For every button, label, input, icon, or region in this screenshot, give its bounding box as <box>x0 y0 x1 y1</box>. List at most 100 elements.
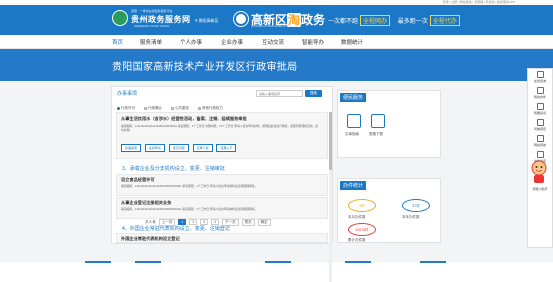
progress-icon <box>536 151 544 158</box>
month-count-label: 本月办件数 <box>348 215 366 219</box>
item-title[interactable]: 从事企业登记注册相关业务 <box>121 200 171 206</box>
bottom-card <box>85 261 111 263</box>
download-icon[interactable] <box>371 114 385 128</box>
filter-other-label: 其他行政权力 <box>201 106 223 110</box>
guide-icon[interactable] <box>347 114 361 128</box>
radio-icon <box>197 106 201 110</box>
bottom-card <box>265 261 291 263</box>
filter-license-label: 行政许可 <box>121 106 135 110</box>
pager-total: 共 8 条 <box>145 220 156 224</box>
filter-license[interactable]: 行政许可 <box>117 106 135 110</box>
matters-panel-title: 办事事项 <box>117 91 138 97</box>
convenience-panel: 便民服务 办事指南 表格下载 <box>337 90 441 158</box>
page-1[interactable]: 1 <box>178 219 187 225</box>
header-banner: 贵阳 · 一体化在线政务服务平台 贵州政务服务网 ZHENGWU FUWU WA… <box>0 5 553 35</box>
sidebar-label: 问卷调查 <box>533 127 546 131</box>
hero-banner: 贵阳国家高新技术产业开发区行政审批局 <box>0 49 553 81</box>
main-nav: 首页 服务清单 个人办事 企业办事 互动交流 智能导办 数据统计 <box>0 35 553 49</box>
type-filters: 行政许可 行政确认 公共服务 其他行政权力 <box>117 106 231 111</box>
page-title: 贵阳国家高新技术产业开发区行政审批局 <box>112 62 298 73</box>
page-4[interactable]: 4 <box>211 219 220 225</box>
nav-home[interactable]: 首页 <box>112 38 123 46</box>
convenience-panel-title: 便民服务 <box>340 93 367 102</box>
goto-button[interactable]: 确定 <box>257 219 271 226</box>
logo-top-text: 贵阳 · 一体化在线政务服务平台 <box>131 9 173 13</box>
zone-logo-sub: GUIYANG HI-TECH ZONE GOVERNMENT <box>251 25 302 28</box>
guide-button[interactable]: 办事指南 <box>121 144 142 152</box>
list-item: 从事企业登记注册相关业务 事项编码：1111111111111111445219… <box>116 197 328 219</box>
item-title[interactable]: 从事生活饮用水（含涉水）经营性活动，备案、注销、延续服务审批 <box>121 116 247 122</box>
sidebar-item-survey[interactable]: 问卷调查 <box>528 119 552 131</box>
site-logo[interactable]: 贵阳 · 一体化在线政务服务平台 贵州政务服务网 ZHENGWU FUWU WA… <box>112 7 194 31</box>
slogan-a-box: 全程网办 <box>360 15 391 26</box>
filter-public-label: 公共服务 <box>174 106 189 110</box>
search-input[interactable] <box>256 90 303 97</box>
page-3[interactable]: 3 <box>200 219 209 225</box>
slogan-b-box: 全程代办 <box>429 15 460 26</box>
sidebar-label: 我要投诉 <box>533 111 546 115</box>
sidebar-item-complaint[interactable]: 我要投诉 <box>528 103 552 115</box>
page-2[interactable]: 2 <box>189 219 198 225</box>
radio-icon <box>143 106 147 110</box>
nav-personal[interactable]: 个人办事 <box>180 38 202 46</box>
list-item: 外国企业常驻代表机构设立登记 <box>116 233 328 243</box>
chat-icon <box>536 71 544 78</box>
item-desc: 事项编码：11111111111111114452199000001401 承诺… <box>121 207 258 211</box>
area-selector[interactable]: ⌾ 贵阳高新区 <box>195 18 219 24</box>
last-page-button[interactable]: 尾页 <box>241 219 255 226</box>
folder-icon <box>536 87 544 94</box>
faq-button[interactable]: 常见问题 <box>168 144 189 152</box>
sidebar-item-my-cases[interactable]: 我的办件 <box>528 87 552 99</box>
content-area: 办事事项 搜索 行政许可 行政确认 公共服务 其他行政权力 从事生活饮用水（含涉… <box>0 81 553 282</box>
nav-interaction[interactable]: 互动交流 <box>262 38 284 46</box>
result-button[interactable]: 结果公示 <box>216 144 237 152</box>
complaint-icon <box>536 103 544 110</box>
bottom-card <box>345 261 371 263</box>
top-links[interactable]: 登录 | 注册 | 网站导航 | 无障碍 | 手机版 | 政务服务APP <box>443 0 515 4</box>
emblem-icon <box>112 10 128 26</box>
sidebar-item-assistant[interactable]: 智能小助手 <box>528 187 552 191</box>
mascot-icon[interactable] <box>529 159 549 185</box>
guide-label[interactable]: 办事指南 <box>345 132 359 137</box>
apply-button[interactable]: 在线申请 <box>144 144 165 152</box>
sitemap-icon <box>536 135 544 142</box>
item-title[interactable]: 外国企业常驻代表机构设立登记 <box>121 236 180 242</box>
slogan: 一次都不跑 全程网办 最多跑一次 全程代办 <box>328 15 460 26</box>
stats-panel-title: 办件统计 <box>340 181 367 190</box>
bottom-card <box>420 261 446 263</box>
nav-enterprise[interactable]: 企业办事 <box>221 38 243 46</box>
item-title[interactable]: 设立食品经营许可 <box>121 177 155 183</box>
category-title[interactable]: 4、外国企业常驻代表机构设立、变更、注销登记 <box>122 225 230 232</box>
filter-public[interactable]: 公共服务 <box>170 106 189 110</box>
list-item: 从事生活饮用水（含涉水）经营性活动，备案、注销、延续服务审批 事项编码：1111… <box>116 112 328 159</box>
year-count: 37件 <box>402 199 430 212</box>
filter-confirm[interactable]: 行政确认 <box>143 106 162 110</box>
filter-other[interactable]: 其他行政权力 <box>197 106 223 110</box>
item-actions: 办事指南 在线申请 常见问题 表单下载 结果公示 <box>121 144 239 152</box>
slogan-a: 一次都不跑 <box>328 19 359 25</box>
nav-statistics[interactable]: 数据统计 <box>341 38 363 46</box>
radio-icon <box>170 106 174 110</box>
sidebar-item-sitemap[interactable]: 网站导航 <box>528 135 552 147</box>
scrollbar[interactable] <box>329 112 332 282</box>
scrollbar-thumb[interactable] <box>329 112 332 170</box>
download-label[interactable]: 表格下载 <box>369 132 383 137</box>
filter-confirm-label: 行政确认 <box>147 106 162 110</box>
category-title[interactable]: 3、承载企业及分支机构设立、变更、注销审批 <box>122 165 225 172</box>
prev-page-button[interactable]: 上一页 <box>158 219 176 226</box>
pagination: 共 8 条 上一页 1 2 3 4 下一页 尾页 确定 <box>145 219 273 226</box>
total-count: 32578件 <box>348 223 376 236</box>
year-count-label: 本年办件数 <box>402 215 420 219</box>
item-desc: 事项编码：11111111111111114452199000001 承诺期限：… <box>121 124 319 132</box>
sidebar-label: 我的办件 <box>533 95 546 99</box>
nav-smart-guide[interactable]: 智能导办 <box>302 38 324 46</box>
survey-icon <box>536 119 544 126</box>
form-download-button[interactable]: 表单下载 <box>192 144 213 152</box>
nav-service-list[interactable]: 服务清单 <box>140 38 162 46</box>
stats-panel: 办件统计 4件 本月办件数 37件 本年办件数 32578件 累计办件数 <box>337 178 441 243</box>
next-page-button[interactable]: 下一页 <box>222 219 239 226</box>
sidebar-label: 在线咨询 <box>533 79 546 83</box>
sidebar-item-consult[interactable]: 在线咨询 <box>528 71 552 83</box>
search-button[interactable]: 搜索 <box>305 90 322 97</box>
sidebar-label: 网站导航 <box>533 143 546 147</box>
